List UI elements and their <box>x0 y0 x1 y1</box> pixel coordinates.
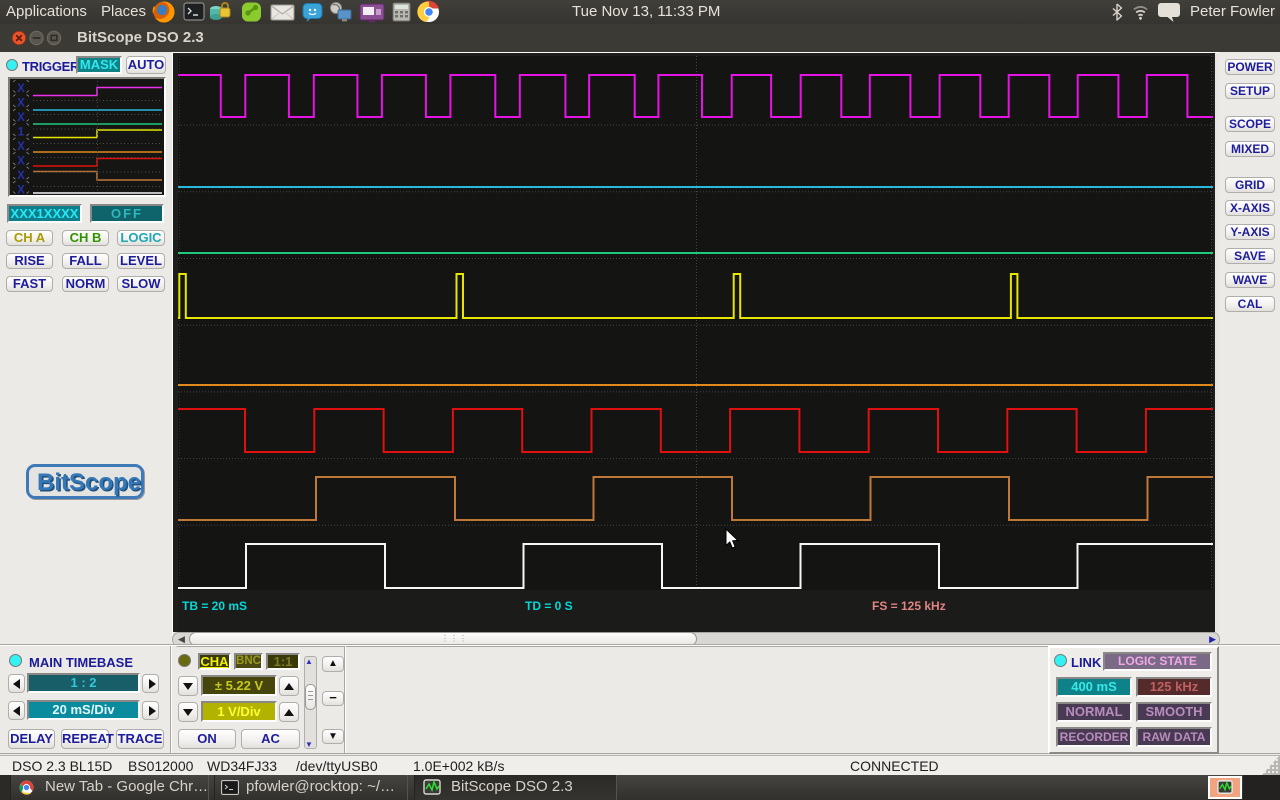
svg-text:1: 1 <box>18 127 25 139</box>
svg-text:X: X <box>17 83 25 95</box>
svg-text:X: X <box>17 170 25 182</box>
svg-text:X: X <box>17 156 25 168</box>
svg-text:X: X <box>17 112 25 124</box>
svg-text:X: X <box>17 185 25 196</box>
svg-text:X: X <box>17 141 25 153</box>
svg-text:X: X <box>17 98 25 110</box>
